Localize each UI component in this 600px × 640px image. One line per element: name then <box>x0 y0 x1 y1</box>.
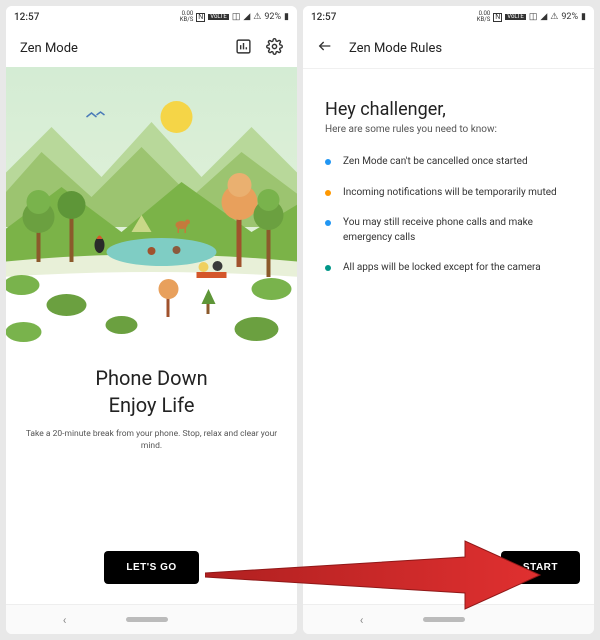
start-button[interactable]: START <box>501 551 580 584</box>
rules-body: Hey challenger, Here are some rules you … <box>303 69 594 302</box>
wifi-off-icon: ⚠ <box>253 13 261 22</box>
status-time: 12:57 <box>311 12 336 23</box>
rule-list: Zen Mode can't be cancelled once started… <box>325 155 572 276</box>
wifi-off-icon: ⚠ <box>550 13 558 22</box>
battery-pct: 92% <box>561 13 578 22</box>
volte-icon: VoLTE <box>505 14 526 20</box>
battery-pct: 92% <box>264 13 281 22</box>
rule-text: You may still receive phone calls and ma… <box>343 216 572 245</box>
back-arrow-icon[interactable] <box>317 38 333 58</box>
gear-icon[interactable] <box>266 38 283 59</box>
rules-subheading: Here are some rules you need to know: <box>325 124 572 135</box>
status-icons: 0.00KB/S N VoLTE ◫ ◢ ⚠ 92% ▮ <box>477 11 586 23</box>
system-navbar: ‹ <box>303 604 594 634</box>
rules-header: Zen Mode Rules <box>303 28 594 69</box>
bullet-icon <box>325 265 331 271</box>
signal-icon: ◢ <box>540 13 547 22</box>
landscape-illustration <box>6 67 297 347</box>
nav-back-icon[interactable]: ‹ <box>360 613 364 627</box>
signal-icon: ◢ <box>243 13 250 22</box>
nfc-icon: N <box>493 13 502 22</box>
screen-title: Zen Mode Rules <box>349 41 442 56</box>
vibrate-icon: ◫ <box>529 13 538 22</box>
rule-item: You may still receive phone calls and ma… <box>325 216 572 245</box>
nav-home-pill[interactable] <box>126 617 168 622</box>
bullet-icon <box>325 190 331 196</box>
nfc-icon: N <box>196 13 205 22</box>
rule-text: Zen Mode can't be cancelled once started <box>343 155 528 170</box>
phone-right: 12:57 0.00KB/S N VoLTE ◫ ◢ ⚠ 92% ▮ Zen M… <box>303 6 594 634</box>
status-bar: 12:57 0.00KB/S N VoLTE ◫ ◢ ⚠ 92% ▮ <box>6 6 297 28</box>
nav-home-pill[interactable] <box>423 617 465 622</box>
rules-heading: Hey challenger, <box>325 99 572 120</box>
screenshot-pair: 12:57 0.00KB/S N VoLTE ◫ ◢ ⚠ 92% ▮ Zen M… <box>0 0 600 640</box>
rule-item: All apps will be locked except for the c… <box>325 261 572 276</box>
battery-icon: ▮ <box>581 13 586 22</box>
stats-icon[interactable] <box>235 38 252 59</box>
nav-back-icon[interactable]: ‹ <box>63 613 67 627</box>
app-title: Zen Mode <box>20 41 78 56</box>
subtitle: Take a 20-minute break from your phone. … <box>20 429 283 453</box>
volte-icon: VoLTE <box>208 14 229 20</box>
rule-text: All apps will be locked except for the c… <box>343 261 541 276</box>
vibrate-icon: ◫ <box>232 13 241 22</box>
rule-item: Incoming notifications will be temporari… <box>325 186 572 201</box>
app-header: Zen Mode <box>6 28 297 67</box>
phone-left: 12:57 0.00KB/S N VoLTE ◫ ◢ ⚠ 92% ▮ Zen M… <box>6 6 297 634</box>
status-icons: 0.00KB/S N VoLTE ◫ ◢ ⚠ 92% ▮ <box>180 11 289 23</box>
bullet-icon <box>325 220 331 226</box>
headline: Phone DownEnjoy Life <box>20 365 283 419</box>
lets-go-button[interactable]: LET'S GO <box>104 551 198 584</box>
main-text-block: Phone DownEnjoy Life Take a 20-minute br… <box>6 347 297 461</box>
system-navbar: ‹ <box>6 604 297 634</box>
battery-icon: ▮ <box>284 13 289 22</box>
status-time: 12:57 <box>14 12 39 23</box>
rule-item: Zen Mode can't be cancelled once started <box>325 155 572 170</box>
status-bar: 12:57 0.00KB/S N VoLTE ◫ ◢ ⚠ 92% ▮ <box>303 6 594 28</box>
bullet-icon <box>325 159 331 165</box>
rule-text: Incoming notifications will be temporari… <box>343 186 557 201</box>
